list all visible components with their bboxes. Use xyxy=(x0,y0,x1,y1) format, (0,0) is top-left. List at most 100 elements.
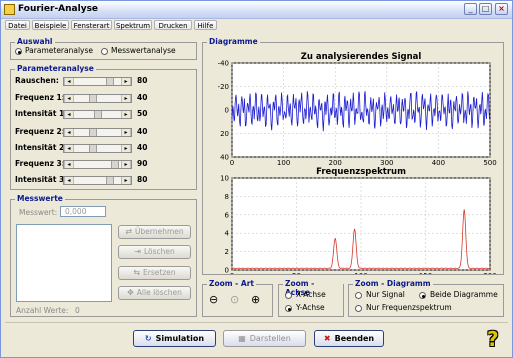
spectrum-ytick-label: 6 xyxy=(225,211,230,219)
signal-ytick-label: 0 xyxy=(225,107,229,115)
slider-thumb[interactable] xyxy=(89,129,97,136)
param-value: 50 xyxy=(137,109,148,118)
param-slider[interactable]: ◂ ▸ xyxy=(63,94,132,103)
param-value: 80 xyxy=(137,175,148,184)
radio-y-achse[interactable] xyxy=(285,305,292,312)
label-x-achse: X-Achse xyxy=(296,290,326,299)
zoom-reset-icon[interactable]: ⊙ xyxy=(230,293,239,306)
menu-drucken[interactable]: Drucken xyxy=(154,20,192,30)
scroll-left-arrow-icon[interactable]: ◂ xyxy=(64,95,74,102)
application-window: Fourier-Analyse _ □ × Datei Beispiele Fe… xyxy=(0,0,513,358)
scroll-right-arrow-icon[interactable]: ▸ xyxy=(121,145,131,152)
param-value: 40 xyxy=(137,93,148,102)
messwert-value: 0,000 xyxy=(65,207,87,216)
scroll-left-arrow-icon[interactable]: ◂ xyxy=(64,161,74,168)
messwerte-list[interactable] xyxy=(16,224,112,302)
spectrum-xtick-label: 150 xyxy=(419,272,432,274)
label-messwertanalyse: Messwertanalyse xyxy=(111,46,176,55)
alle-loeschen-button[interactable]: ✥ Alle löschen xyxy=(118,286,191,300)
menu-fensterart[interactable]: Fensterart xyxy=(71,20,112,30)
signal-ytick-label: -40 xyxy=(218,60,229,68)
param-slider[interactable]: ◂ ▸ xyxy=(63,144,132,153)
zoom-in-icon[interactable]: ⊕ xyxy=(251,293,260,306)
param-value: 80 xyxy=(137,76,148,85)
slider-thumb[interactable] xyxy=(106,78,114,85)
app-icon xyxy=(4,4,15,15)
spectrum-ytick-label: 4 xyxy=(225,230,230,238)
label-nur-frequenzspektrum: Nur Frequenzspektrum xyxy=(366,303,452,312)
parameteranalyse-group: Parameteranalyse Rauschen: ◂ ▸ 80 Frequenz 1… xyxy=(10,64,197,190)
radio-nur-signal[interactable] xyxy=(355,292,362,299)
scroll-left-arrow-icon[interactable]: ◂ xyxy=(64,129,74,136)
scroll-left-arrow-icon[interactable]: ◂ xyxy=(64,145,74,152)
menu-bar: Datei Beispiele Fensterart Spektrum Druc… xyxy=(3,19,511,31)
param-label: Intensität 3: xyxy=(15,175,68,184)
param-slider[interactable]: ◂ ▸ xyxy=(63,128,132,137)
signal-chart-title: Zu analysierendes Signal xyxy=(301,52,422,62)
slider-thumb[interactable] xyxy=(94,111,102,118)
radio-beide-diagramme[interactable] xyxy=(419,292,426,299)
uebernehmen-button[interactable]: ⇄ Übernehmen xyxy=(118,225,191,239)
param-label: Frequenz 2: xyxy=(15,127,65,136)
bottom-divider xyxy=(5,322,508,323)
close-button[interactable]: × xyxy=(495,3,508,15)
zoom-diagramm-title: Zoom - Diagramm xyxy=(353,279,433,288)
scroll-right-arrow-icon[interactable]: ▸ xyxy=(121,129,131,136)
radio-x-achse[interactable] xyxy=(285,292,292,299)
scroll-right-arrow-icon[interactable]: ▸ xyxy=(121,177,131,184)
signal-ytick-label: 40 xyxy=(220,154,229,162)
messwert-input[interactable]: 0,000 xyxy=(60,206,106,217)
help-icon[interactable]: ? xyxy=(487,328,505,350)
darstellen-button[interactable]: ▦ Darstellen xyxy=(223,330,306,347)
param-slider[interactable]: ◂ ▸ xyxy=(63,176,132,185)
menu-beispiele[interactable]: Beispiele xyxy=(32,20,69,30)
param-label: Frequenz 3: xyxy=(15,159,65,168)
scroll-right-arrow-icon[interactable]: ▸ xyxy=(121,95,131,102)
param-slider[interactable]: ◂ ▸ xyxy=(63,160,132,169)
maximize-button[interactable]: □ xyxy=(479,3,492,15)
param-slider[interactable]: ◂ ▸ xyxy=(63,77,132,86)
spectrum-ytick-label: 2 xyxy=(225,248,229,256)
slider-thumb[interactable] xyxy=(106,177,114,184)
parameteranalyse-title: Parameteranalyse xyxy=(15,64,96,73)
zoom-diagramm-group: Zoom - Diagramm Nur Signal Beide Diagram… xyxy=(348,279,504,317)
param-slider[interactable]: ◂ ▸ xyxy=(63,110,132,119)
ersetzen-button[interactable]: ⇆ Ersetzen xyxy=(118,266,191,280)
minimize-button[interactable]: _ xyxy=(464,3,477,15)
scroll-right-arrow-icon[interactable]: ▸ xyxy=(121,78,131,85)
menu-spektrum[interactable]: Spektrum xyxy=(114,20,152,30)
scroll-right-arrow-icon[interactable]: ▸ xyxy=(121,111,131,118)
spectrum-xtick-label: 200 xyxy=(483,272,496,274)
zoom-art-group: Zoom - Art ⊖ ⊙ ⊕ xyxy=(202,279,273,317)
scroll-left-arrow-icon[interactable]: ◂ xyxy=(64,111,74,118)
menu-datei[interactable]: Datei xyxy=(5,20,30,30)
scroll-left-arrow-icon[interactable]: ◂ xyxy=(64,177,74,184)
slider-thumb[interactable] xyxy=(89,95,97,102)
messwerte-title: Messwerte xyxy=(15,194,65,203)
simulation-button[interactable]: ↻ Simulation xyxy=(133,330,216,347)
slider-thumb[interactable] xyxy=(89,145,97,152)
signal-ytick-label: 20 xyxy=(220,130,229,138)
signal-xtick-label: 300 xyxy=(380,159,393,167)
delete-icon: ⇥ xyxy=(134,247,141,256)
spectrum-ytick-label: 0 xyxy=(225,267,229,275)
anzahl-werte-value: 0 xyxy=(75,306,80,315)
spectrum-xtick-label: 100 xyxy=(354,272,367,274)
menu-hilfe[interactable]: Hilfe xyxy=(194,20,217,30)
scroll-right-arrow-icon[interactable]: ▸ xyxy=(121,161,131,168)
title-bar: Fourier-Analyse _ □ × xyxy=(1,1,512,19)
anzahl-werte-label: Anzahl Werte: xyxy=(16,306,69,315)
scroll-left-arrow-icon[interactable]: ◂ xyxy=(64,78,74,85)
radio-messwertanalyse[interactable] xyxy=(101,48,108,55)
zoom-out-icon[interactable]: ⊖ xyxy=(209,293,218,306)
slider-thumb[interactable] xyxy=(111,161,119,168)
radio-nur-frequenzspektrum[interactable] xyxy=(355,305,362,312)
zoom-art-title: Zoom - Art xyxy=(207,279,256,288)
param-value: 40 xyxy=(137,143,148,152)
loeschen-button[interactable]: ⇥ Löschen xyxy=(118,245,191,259)
beenden-button[interactable]: ✖ Beenden xyxy=(314,330,384,347)
spectrum-xtick-label: 0 xyxy=(230,272,234,274)
signal-xtick-label: 400 xyxy=(432,159,445,167)
radio-parameteranalyse[interactable] xyxy=(15,48,22,55)
window-title: Fourier-Analyse xyxy=(18,4,99,14)
